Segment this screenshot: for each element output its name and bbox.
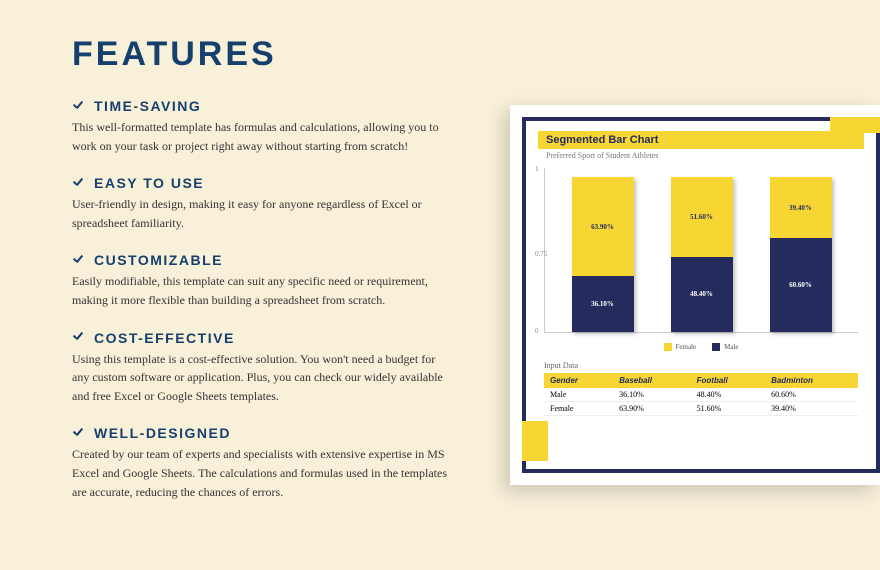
legend-label: Male [724, 343, 738, 351]
y-tick: 0 [535, 327, 539, 335]
chart-canvas: 1 0.75 0 63.90% 36.10% 51.60% 48.40% 39.… [544, 168, 858, 333]
cell: 51.60% [691, 402, 765, 416]
decor-corner [522, 421, 548, 461]
y-tick: 0.75 [535, 250, 547, 258]
bar-segment-male: 48.40% [671, 257, 733, 332]
check-icon [72, 177, 85, 190]
bar-segment-male: 60.60% [770, 238, 832, 332]
feature-title: TIME-SAVING [94, 98, 201, 114]
bar-segment-female: 51.60% [671, 177, 733, 257]
swatch-male [712, 343, 720, 351]
feature-item: CUSTOMIZABLE Easily modifiable, this tem… [72, 252, 462, 309]
swatch-female [664, 343, 672, 351]
feature-item: EASY TO USE User-friendly in design, mak… [72, 175, 462, 232]
feature-desc: This well-formatted template has formula… [72, 118, 452, 155]
chart-legend: Female Male [526, 343, 876, 351]
stacked-bar: 51.60% 48.40% [671, 177, 733, 332]
feature-desc: Easily modifiable, this template can sui… [72, 272, 452, 309]
cell: 60.60% [765, 388, 858, 402]
check-icon [72, 331, 85, 344]
feature-title: CUSTOMIZABLE [94, 252, 223, 268]
bar-segment-female: 39.40% [770, 177, 832, 238]
chart-title: Segmented Bar Chart [546, 134, 856, 146]
table-header: Baseball [613, 373, 691, 388]
cell: 36.10% [613, 388, 691, 402]
cell: Male [544, 388, 613, 402]
feature-desc: Created by our team of experts and speci… [72, 445, 452, 501]
check-icon [72, 254, 85, 267]
template-preview: Segmented Bar Chart Preferred Sport of S… [510, 105, 880, 485]
feature-title: WELL-DESIGNED [94, 425, 231, 441]
cell: Female [544, 402, 613, 416]
table-header: Badminton [765, 373, 858, 388]
legend-label: Female [676, 343, 697, 351]
feature-desc: User-friendly in design, making it easy … [72, 195, 452, 232]
table-header: Gender [544, 373, 613, 388]
bar-segment-female: 63.90% [572, 177, 634, 276]
feature-item: WELL-DESIGNED Created by our team of exp… [72, 425, 462, 501]
page-title: FEATURES [72, 35, 462, 74]
stacked-bar: 39.40% 60.60% [770, 177, 832, 332]
cell: 48.40% [691, 388, 765, 402]
table-header: Football [691, 373, 765, 388]
feature-item: COST-EFFECTIVE Using this template is a … [72, 330, 462, 406]
check-icon [72, 427, 85, 440]
input-data-label: Input Data [544, 361, 858, 370]
y-tick: 1 [535, 165, 539, 173]
decor-corner [830, 117, 880, 133]
input-data-table: Gender Baseball Football Badminton Male … [544, 373, 858, 416]
feature-title: COST-EFFECTIVE [94, 330, 235, 346]
chart-subtitle: Preferred Sport of Student Athletes [546, 151, 856, 160]
feature-item: TIME-SAVING This well-formatted template… [72, 98, 462, 155]
feature-desc: Using this template is a cost-effective … [72, 350, 452, 406]
feature-title: EASY TO USE [94, 175, 204, 191]
check-icon [72, 100, 85, 113]
stacked-bar: 63.90% 36.10% [572, 177, 634, 332]
cell: 63.90% [613, 402, 691, 416]
cell: 39.40% [765, 402, 858, 416]
table-row: Male 36.10% 48.40% 60.60% [544, 388, 858, 402]
bar-segment-male: 36.10% [572, 276, 634, 332]
table-row: Female 63.90% 51.60% 39.40% [544, 402, 858, 416]
